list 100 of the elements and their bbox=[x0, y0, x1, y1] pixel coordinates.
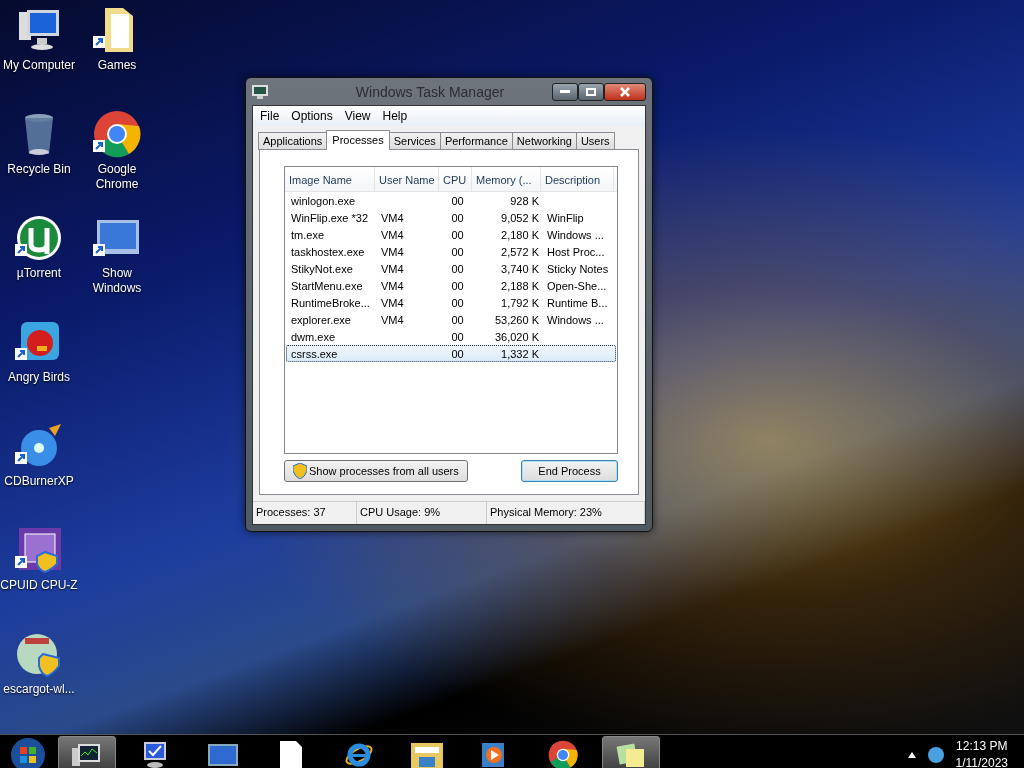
table-cell-text: 00 bbox=[450, 211, 465, 224]
close-icon bbox=[620, 86, 630, 97]
table-cell-text: 00 bbox=[450, 194, 465, 207]
table-cell-text: winlogon.exe bbox=[290, 194, 357, 207]
table-cell-text: 2,572 K bbox=[500, 245, 540, 258]
table-row[interactable]: dwm.exe 00 36,020 K bbox=[286, 328, 616, 345]
table-cell-text: 00 bbox=[450, 279, 465, 292]
desktop-icon-label[interactable]: escargot-wl... bbox=[3, 682, 75, 697]
table-row[interactable]: tm.exe VM4 00 2,180 K Windows ... bbox=[286, 226, 616, 243]
table-row[interactable]: StartMenu.exe VM4 00 2,188 K Open-She... bbox=[286, 277, 616, 294]
maximize-icon bbox=[586, 87, 596, 96]
table-cell-text: StartMenu.exe bbox=[290, 279, 364, 292]
table-cell-text: 3,740 K bbox=[500, 262, 540, 275]
globe-icon[interactable] bbox=[927, 747, 944, 763]
menu-item[interactable]: View bbox=[339, 108, 376, 124]
column-header[interactable]: Description bbox=[541, 167, 614, 191]
table-cell-text: VM4 bbox=[380, 262, 405, 275]
desktop-icon-label[interactable]: Recycle Bin bbox=[7, 162, 71, 177]
table-cell-text: 00 bbox=[450, 330, 465, 343]
browser-logo-icon bbox=[93, 110, 141, 158]
menu-item[interactable]: Help bbox=[377, 108, 413, 124]
tab[interactable]: Performance bbox=[439, 132, 513, 150]
table-cell-text: 53,260 K bbox=[493, 313, 540, 326]
desktop-icon-label[interactable]: Angry Birds bbox=[8, 370, 70, 385]
table-cell-text: Host Proc... bbox=[546, 245, 606, 258]
menu-item[interactable]: File bbox=[255, 108, 285, 124]
table-cell-text: Windows ... bbox=[546, 313, 605, 326]
table-cell-text: 2,188 K bbox=[500, 279, 540, 292]
table-cell-text: VM4 bbox=[380, 279, 405, 292]
tab[interactable]: Processes bbox=[326, 130, 390, 150]
table-cell-text: 00 bbox=[450, 313, 465, 326]
desktop-icon-label[interactable]: Google Chrome bbox=[78, 162, 156, 192]
table-row[interactable]: RuntimeBroke... VM4 00 1,792 K Runtime B... bbox=[286, 294, 616, 311]
tab[interactable]: Services bbox=[388, 132, 441, 150]
taskbar-button[interactable] bbox=[58, 736, 116, 768]
table-cell-text: VM4 bbox=[380, 296, 405, 309]
table-cell-text: 928 K bbox=[509, 194, 540, 207]
end-process-button[interactable]: End Process bbox=[521, 460, 618, 482]
table-cell-text: WinFlip bbox=[546, 211, 585, 224]
monitor-icon bbox=[252, 84, 268, 99]
column-header[interactable]: Memory (... bbox=[472, 167, 541, 191]
table-cell-text: Sticky Notes bbox=[546, 262, 610, 275]
table-row[interactable]: taskhostex.exe VM4 00 2,572 K Host Proc... bbox=[286, 243, 616, 260]
clock[interactable]: 12:13 PM 1/11/2023 bbox=[955, 738, 1008, 768]
time-text: 12:13 PM bbox=[956, 738, 1008, 755]
table-cell-text: tm.exe bbox=[290, 228, 325, 241]
desktop-icon-label[interactable]: Show Windows bbox=[78, 266, 156, 296]
table-row[interactable]: explorer.exe VM4 00 53,260 K Windows ... bbox=[286, 311, 616, 328]
window-title: Windows Task Manager bbox=[354, 83, 506, 100]
table-cell-text: 00 bbox=[450, 347, 465, 360]
table-cell-text: 00 bbox=[450, 245, 465, 258]
document-icon bbox=[280, 741, 302, 768]
maximize-button[interactable] bbox=[578, 82, 604, 101]
letter-u-logo-icon bbox=[15, 214, 63, 262]
column-header[interactable]: Image Name bbox=[285, 167, 375, 191]
folder-icon bbox=[411, 741, 443, 768]
table-row[interactable]: WinFlip.exe *32 VM4 00 9,052 K WinFlip bbox=[286, 209, 616, 226]
table-cell-text: VM4 bbox=[380, 228, 405, 241]
table-cell-text: VM4 bbox=[380, 245, 405, 258]
table-cell-text: csrss.exe bbox=[290, 347, 339, 360]
table-cell-text: 1,332 K bbox=[500, 347, 540, 360]
table-row[interactable]: csrss.exe 00 1,332 K bbox=[286, 345, 616, 362]
up-arrow-icon[interactable] bbox=[907, 752, 916, 758]
column-header[interactable]: CPU bbox=[439, 167, 472, 191]
taskbar-button[interactable] bbox=[602, 736, 660, 768]
start-button[interactable] bbox=[8, 735, 48, 768]
table-cell-text: WinFlip.exe *32 bbox=[290, 211, 370, 224]
show-all-processes-button[interactable]: Show processes from all users bbox=[284, 460, 468, 482]
minimize-icon bbox=[560, 90, 570, 93]
table-cell-text: Windows ... bbox=[546, 228, 605, 241]
tab[interactable]: Networking bbox=[511, 132, 577, 150]
chip-icon bbox=[15, 526, 63, 574]
status-text: Processes: 37 bbox=[253, 502, 357, 524]
table-cell-text: StikyNot.exe bbox=[290, 262, 354, 275]
tab[interactable]: Users bbox=[575, 132, 615, 150]
table-cell-text: 1,792 K bbox=[500, 296, 540, 309]
table-cell-text: Open-She... bbox=[546, 279, 608, 292]
table-cell-text: VM4 bbox=[380, 211, 405, 224]
shield-icon bbox=[293, 463, 307, 479]
close-button[interactable] bbox=[604, 82, 646, 101]
table-row[interactable]: StikyNot.exe VM4 00 3,740 K Sticky Notes bbox=[286, 260, 616, 277]
table-cell-text: 36,020 K bbox=[493, 330, 540, 343]
sticky-notes-icon bbox=[616, 741, 646, 768]
menu-item[interactable]: Options bbox=[286, 108, 338, 124]
desktop-icon-label[interactable]: CPUID CPU-Z bbox=[0, 578, 78, 593]
table-cell-text: 00 bbox=[450, 228, 465, 241]
status-text: CPU Usage: 9% bbox=[357, 502, 487, 524]
desktop-icon-label[interactable]: µTorrent bbox=[16, 266, 62, 281]
table-row[interactable]: winlogon.exe 00 928 K bbox=[286, 192, 616, 209]
table-cell-text: 00 bbox=[450, 262, 465, 275]
column-header[interactable]: User Name bbox=[375, 167, 439, 191]
desktop-icon-label[interactable]: CDBurnerXP bbox=[4, 474, 74, 489]
desktop-icon-label[interactable]: Games bbox=[97, 58, 137, 73]
browser-logo-icon bbox=[548, 740, 578, 768]
table-cell-text: taskhostex.exe bbox=[290, 245, 366, 258]
desktop-icon-label[interactable]: My Computer bbox=[3, 58, 75, 73]
table-cell-text: dwm.exe bbox=[290, 330, 337, 343]
tab[interactable]: Applications bbox=[258, 132, 328, 150]
minimize-button[interactable] bbox=[552, 82, 578, 101]
monitor-check-icon bbox=[141, 741, 169, 768]
